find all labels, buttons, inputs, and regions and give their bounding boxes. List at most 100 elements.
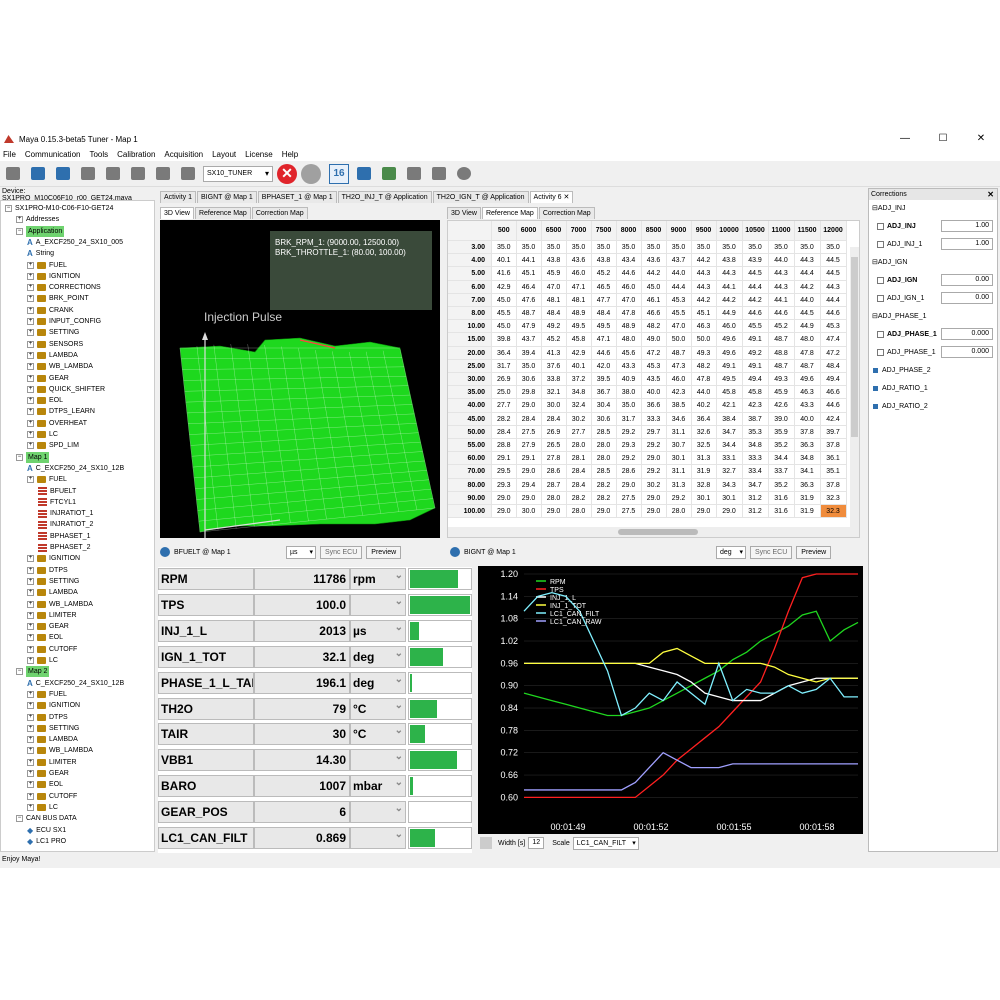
tree-item[interactable]: + WB_LAMBDA xyxy=(27,361,93,372)
map-cell[interactable]: 37.8 xyxy=(820,439,847,453)
map-cell[interactable]: 38.5 xyxy=(666,399,692,413)
map-cell[interactable]: 29.1 xyxy=(492,452,517,466)
expand-toggle-icon[interactable]: + xyxy=(27,351,34,359)
map-cell[interactable]: 44.3 xyxy=(768,280,795,294)
map-cell[interactable]: 31.3 xyxy=(666,478,692,492)
correction-value-input[interactable]: 1.00 xyxy=(941,238,993,250)
map-cell[interactable]: 28.4 xyxy=(541,412,567,426)
expand-toggle-icon[interactable]: + xyxy=(27,589,34,597)
map-cell[interactable]: 28.6 xyxy=(541,465,567,479)
expand-toggle-icon[interactable]: + xyxy=(27,758,34,766)
ecu-button[interactable] xyxy=(28,164,48,184)
close-tab-icon[interactable]: ✕ xyxy=(564,194,570,201)
menu-license[interactable]: License xyxy=(245,150,273,159)
column-header[interactable]: 8000 xyxy=(616,221,642,241)
map-cell[interactable]: 35.0 xyxy=(794,241,821,255)
map-cell[interactable]: 35.1 xyxy=(820,465,847,479)
tuner-select[interactable]: SX10_TUNER xyxy=(203,165,273,182)
tree-item[interactable]: + IGNITION xyxy=(27,271,80,282)
correction-checkbox[interactable] xyxy=(877,222,884,230)
tree-item[interactable]: A C_EXCF250_24_SX10_12B xyxy=(27,678,124,689)
map-cell[interactable]: 48.2 xyxy=(641,320,667,334)
row-header[interactable]: 50.00 xyxy=(448,425,492,439)
expand-toggle-icon[interactable]: + xyxy=(27,623,34,631)
map-cell[interactable]: 47.6 xyxy=(516,293,542,307)
map-cell[interactable]: 36.4 xyxy=(691,412,717,426)
chart-settings-icon[interactable] xyxy=(480,837,492,849)
expand-toggle-icon[interactable]: + xyxy=(27,261,34,269)
map-cell[interactable]: 46.3 xyxy=(794,386,821,400)
map-cell[interactable]: 39.8 xyxy=(492,333,517,347)
map-cell[interactable]: 49.6 xyxy=(794,373,821,387)
tree-item[interactable]: + GEAR xyxy=(27,768,69,779)
sync-ecu-button-right[interactable]: Sync ECU xyxy=(750,545,793,559)
map-cell[interactable]: 28.0 xyxy=(566,439,592,453)
correction-checkbox[interactable] xyxy=(877,348,884,356)
map-cell[interactable]: 45.2 xyxy=(541,333,567,347)
map-cell[interactable]: 44.2 xyxy=(641,267,667,281)
map-cell[interactable]: 33.7 xyxy=(768,465,795,479)
map-cell[interactable]: 50.0 xyxy=(666,333,692,347)
maximize-button[interactable]: ☐ xyxy=(924,130,962,148)
device-tree[interactable]: − SX1PRO-M10-C06-F10-GET24 + Addresses − Appl… xyxy=(0,200,155,852)
tree-item[interactable]: INJRATIOT_2 xyxy=(38,519,93,530)
map-cell[interactable]: 34.3 xyxy=(716,478,743,492)
map-cell[interactable]: 35.0 xyxy=(566,241,592,255)
tree-item[interactable]: + SETTING xyxy=(27,327,79,338)
gauge-unit-select[interactable] xyxy=(350,592,406,616)
map-cell[interactable]: 34.4 xyxy=(768,452,795,466)
map-cell[interactable]: 43.6 xyxy=(566,254,592,268)
row-header[interactable]: 5.00 xyxy=(448,267,492,281)
map-cell[interactable]: 29.0 xyxy=(492,505,517,519)
map-cell[interactable]: 37.8 xyxy=(820,478,847,492)
map-cell[interactable]: 48.7 xyxy=(768,333,795,347)
tree-item[interactable]: + EOL xyxy=(27,395,63,406)
map-cell[interactable]: 45.9 xyxy=(768,386,795,400)
map-cell[interactable]: 44.4 xyxy=(820,293,847,307)
menu-help[interactable]: Help xyxy=(282,150,298,159)
tree-item[interactable]: A String xyxy=(27,248,54,259)
map-cell[interactable]: 40.0 xyxy=(641,386,667,400)
map-cell[interactable]: 44.2 xyxy=(716,293,743,307)
tab-bphaset1-map1[interactable]: BPHASET_1 @ Map 1 xyxy=(257,191,337,203)
map-cell[interactable]: 28.5 xyxy=(591,425,617,439)
map-cell[interactable]: 28.2 xyxy=(591,478,617,492)
map-cell[interactable]: 30.1 xyxy=(691,491,717,505)
column-header[interactable]: 9000 xyxy=(666,221,692,241)
close-button[interactable]: ✕ xyxy=(962,130,1000,148)
tree-item[interactable]: + OVERHEAT xyxy=(27,418,87,429)
row-header[interactable]: 80.00 xyxy=(448,478,492,492)
expand-toggle-icon[interactable]: + xyxy=(27,611,34,619)
ecu-read-button[interactable] xyxy=(53,164,73,184)
expand-toggle-icon[interactable]: + xyxy=(27,713,34,721)
map-cell[interactable]: 49.0 xyxy=(641,333,667,347)
map-cell[interactable]: 43.8 xyxy=(716,254,743,268)
tab-activity-1[interactable]: Activity 1 xyxy=(160,191,197,203)
expand-toggle-icon[interactable]: + xyxy=(27,645,34,653)
map-cell[interactable]: 44.6 xyxy=(616,267,642,281)
map-cell[interactable]: 44.2 xyxy=(742,293,769,307)
expand-toggle-icon[interactable]: + xyxy=(27,724,34,732)
map-cell[interactable]: 46.3 xyxy=(691,320,717,334)
tree-item[interactable]: + DTPS_LEARN xyxy=(27,406,95,417)
map-cell[interactable]: 35.0 xyxy=(666,241,692,255)
expand-toggle-icon[interactable]: − xyxy=(16,227,23,235)
map-cell[interactable]: 37.2 xyxy=(566,373,592,387)
map-cell[interactable]: 31.9 xyxy=(794,505,821,519)
map-cell[interactable]: 35.0 xyxy=(541,241,567,255)
map-cell[interactable]: 36.4 xyxy=(492,346,517,360)
expand-toggle-icon[interactable]: + xyxy=(27,770,34,777)
corrections-close-icon[interactable]: ✕ xyxy=(987,189,994,200)
map-cell[interactable]: 36.3 xyxy=(794,439,821,453)
map-cell[interactable]: 45.9 xyxy=(541,267,567,281)
engine-button[interactable] xyxy=(429,164,449,184)
expand-toggle-icon[interactable]: − xyxy=(16,453,23,461)
map-cell[interactable]: 34.7 xyxy=(716,425,743,439)
map-cell[interactable]: 27.5 xyxy=(616,505,642,519)
map-cell[interactable]: 49.6 xyxy=(716,346,743,360)
map-cell[interactable]: 36.6 xyxy=(641,399,667,413)
tree-item[interactable]: − Map 1 xyxy=(16,451,50,463)
map-cell[interactable]: 49.4 xyxy=(820,373,847,387)
tree-item[interactable]: + EOL xyxy=(27,632,63,643)
map-cell[interactable]: 47.0 xyxy=(541,280,567,294)
